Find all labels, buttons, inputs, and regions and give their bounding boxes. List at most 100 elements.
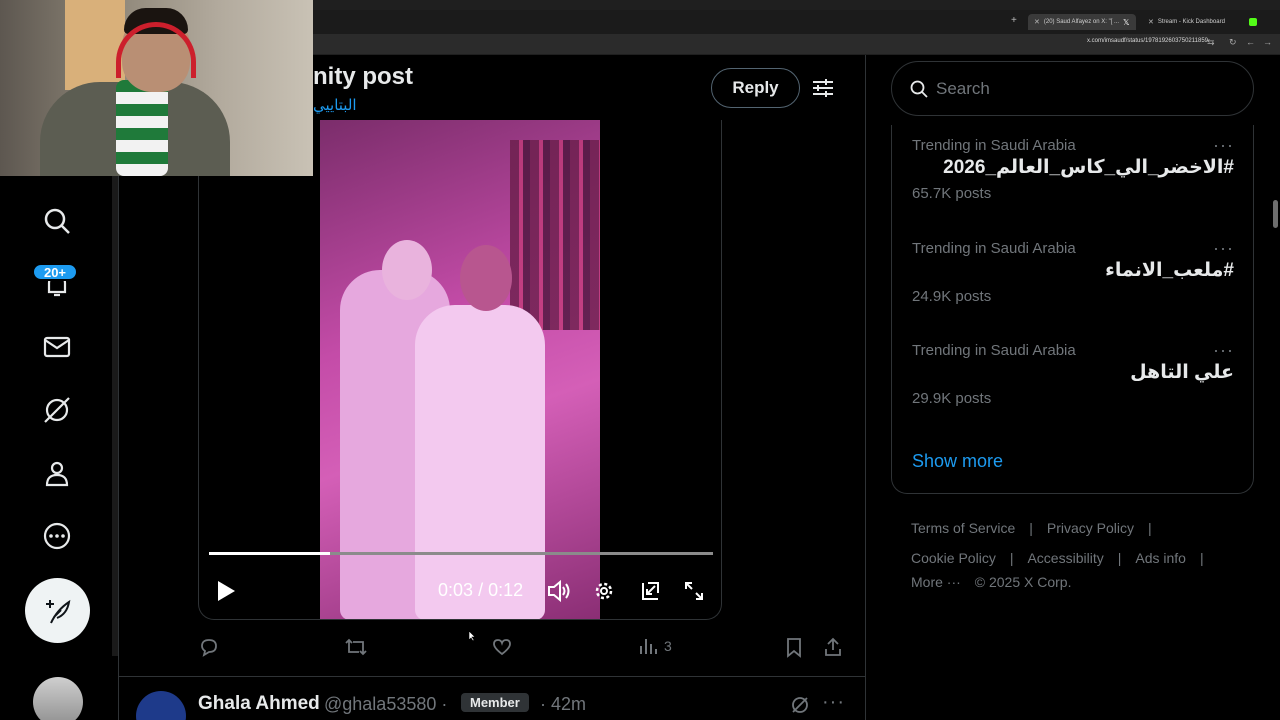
search-box[interactable]: [891, 61, 1254, 116]
more-icon[interactable]: ···: [822, 691, 845, 714]
grok-icon: [44, 397, 70, 423]
filter-icon[interactable]: [811, 76, 835, 100]
trend-count: 65.7K posts: [912, 185, 992, 202]
x-logo-icon: 𝕏: [1123, 17, 1130, 27]
ads-info-link[interactable]: Ads info: [1135, 550, 1186, 566]
tab-title: Stream - Kick Dashboard: [1157, 19, 1225, 25]
more-icon[interactable]: ···: [1213, 135, 1234, 156]
trend-name: #الاخضر_الي_كاس_العالم_2026: [943, 157, 1234, 178]
mouse-cursor-icon: [468, 630, 476, 642]
scrollbar[interactable]: [1273, 200, 1278, 228]
bookshelf: [510, 140, 600, 330]
bookmark-icon[interactable]: [784, 636, 804, 658]
next-post[interactable]: Ghala Ahmed @ghala53580 · Member · 42m ·…: [118, 677, 866, 720]
post-actions: 3: [198, 636, 848, 662]
copyright: © 2025 X Corp.: [974, 574, 1072, 590]
tab-kick[interactable]: ✕ Stream - Kick Dashboard: [1148, 14, 1257, 30]
video-progress-fill: [209, 552, 330, 555]
notification-badge: 20+: [32, 263, 78, 281]
reply-button[interactable]: Reply: [711, 68, 800, 108]
trend-category: Trending in Saudi Arabia: [912, 342, 1076, 359]
author-name[interactable]: Ghala Ahmed: [198, 693, 320, 715]
new-tab-button[interactable]: +: [1011, 15, 1017, 26]
more-icon[interactable]: ···: [1213, 340, 1234, 361]
back-icon[interactable]: ←: [1246, 37, 1255, 47]
more-circle-icon: [43, 522, 71, 550]
webcam-scarf: [116, 80, 168, 176]
close-icon[interactable]: ✕: [1148, 18, 1154, 26]
search-icon: [44, 208, 70, 234]
repost-icon[interactable]: [344, 636, 368, 658]
video-figure-head: [382, 240, 432, 300]
scrollbar[interactable]: [112, 176, 118, 656]
more-icon[interactable]: ···: [1213, 238, 1234, 259]
tab-title: (20) Saud Alfayez on X: "[ ...: [1043, 19, 1120, 25]
avatar[interactable]: [136, 691, 186, 720]
show-more-link[interactable]: Show more: [912, 451, 1003, 472]
video-figure: [415, 305, 545, 619]
trend-name: علي التاهل: [1130, 362, 1234, 383]
sidebar-item-more[interactable]: [38, 517, 76, 555]
kick-logo-icon: [1248, 18, 1257, 26]
volume-icon[interactable]: [545, 578, 573, 604]
forward-icon[interactable]: →: [1263, 37, 1272, 47]
sidebar-item-profile[interactable]: [38, 454, 76, 492]
search-input[interactable]: [936, 78, 1236, 99]
page-title: nity post: [313, 63, 413, 90]
trend-item[interactable]: Trending in Saudi Arabia ··· #الاخضر_الي…: [912, 135, 1234, 202]
trend-item[interactable]: Trending in Saudi Arabia ··· علي التاهل …: [912, 340, 1234, 407]
views-button[interactable]: 3: [638, 636, 672, 656]
mail-icon: [43, 336, 71, 358]
webcam-overlay: [0, 0, 313, 176]
trend-category: Trending in Saudi Arabia: [912, 240, 1076, 257]
reload-icon[interactable]: ↻: [1229, 37, 1237, 48]
fullscreen-icon[interactable]: [681, 578, 707, 604]
grok-icon[interactable]: [790, 695, 810, 715]
avatar[interactable]: [33, 677, 83, 720]
share-icon[interactable]: [822, 636, 844, 658]
address-bar[interactable]: x.com/imsaudf/status/1978192603750211859: [1087, 38, 1208, 44]
sidebar-item-explore[interactable]: [38, 202, 76, 240]
video-progress-bar[interactable]: [209, 552, 713, 555]
views-chart-icon: [640, 639, 657, 654]
like-heart-icon[interactable]: [491, 636, 513, 658]
sidebar-item-messages[interactable]: [38, 328, 76, 366]
trend-name: #ملعب_الانماء: [1105, 260, 1234, 281]
reply-icon[interactable]: [198, 636, 220, 658]
video-player[interactable]: 0:03 / 0:12: [198, 120, 722, 620]
video-time: 0:03 / 0:12: [438, 580, 523, 601]
footer-links: Terms of Service | Privacy Policy | Cookie…: [911, 520, 1204, 590]
compose-post-button[interactable]: [25, 578, 90, 643]
post-time[interactable]: · 42m: [540, 694, 586, 715]
accessibility-link[interactable]: Accessibility: [1027, 550, 1103, 566]
time-current: 0:03: [438, 580, 474, 600]
views-count: 3: [664, 638, 672, 654]
video-frame: [320, 120, 600, 619]
time-total: 0:12: [488, 580, 524, 600]
trend-category: Trending in Saudi Arabia: [912, 137, 1076, 154]
terms-link[interactable]: Terms of Service: [911, 520, 1015, 536]
member-badge: Member: [461, 693, 529, 712]
cookie-link[interactable]: Cookie Policy: [911, 550, 996, 566]
play-icon[interactable]: [213, 578, 239, 604]
community-subtitle[interactable]: البتاييي: [313, 96, 357, 114]
close-icon[interactable]: ✕: [1034, 18, 1040, 26]
author-handle[interactable]: @ghala53580 ·: [324, 694, 447, 715]
settings-gear-icon[interactable]: [591, 578, 617, 604]
tab-x-post[interactable]: ✕ (20) Saud Alfayez on X: "[ ... 𝕏: [1028, 14, 1136, 30]
person-icon: [45, 461, 69, 487]
trend-item[interactable]: Trending in Saudi Arabia ··· #ملعب_الانم…: [912, 238, 1234, 305]
video-figure-head: [460, 245, 512, 311]
picture-in-picture-icon[interactable]: [637, 578, 663, 604]
trends-panel: Trending in Saudi Arabia ··· #الاخضر_الي…: [891, 125, 1254, 494]
time-separator: /: [478, 580, 484, 600]
trend-count: 24.9K posts: [912, 288, 992, 305]
browser-toolbar: [312, 34, 1280, 54]
more-link[interactable]: More ···: [911, 574, 961, 590]
trend-count: 29.9K posts: [912, 390, 992, 407]
sidebar-item-grok[interactable]: [38, 391, 76, 429]
privacy-link[interactable]: Privacy Policy: [1047, 520, 1134, 536]
feather-plus-icon: [45, 599, 70, 623]
translate-icon[interactable]: ⇆: [1207, 37, 1215, 48]
search-icon: [910, 80, 928, 98]
